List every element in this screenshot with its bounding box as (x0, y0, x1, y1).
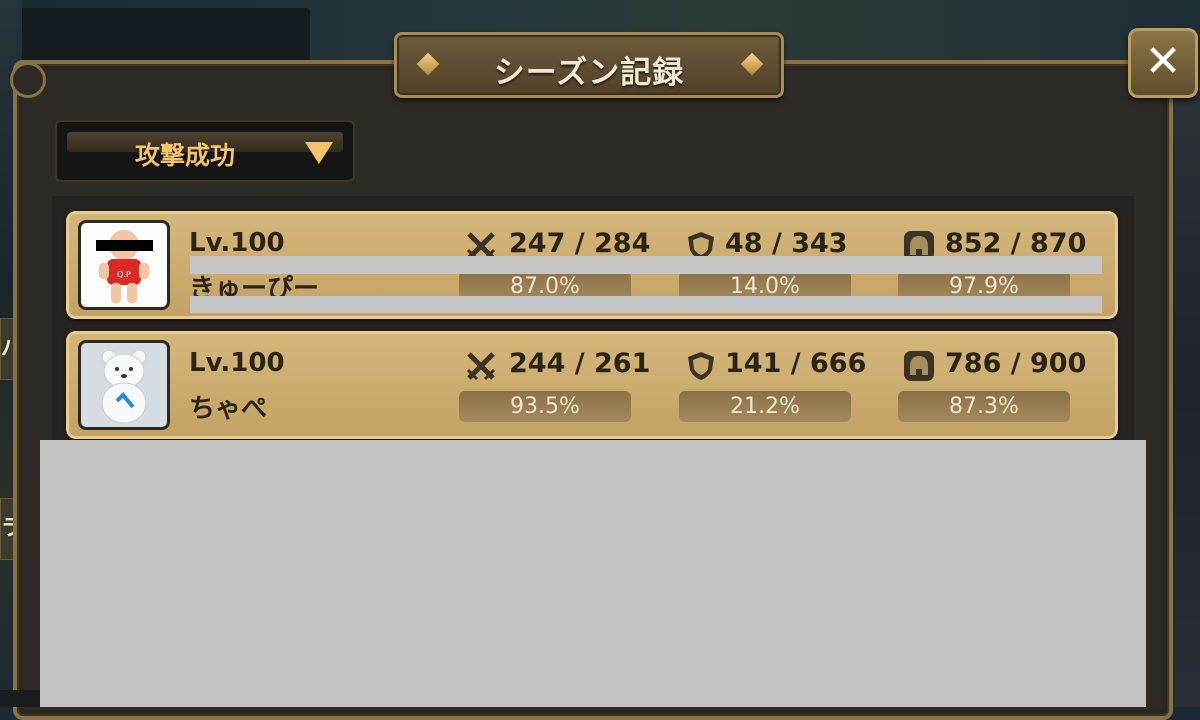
siege-percent: 87.3% (898, 391, 1070, 422)
window-title: シーズン記録 (493, 55, 685, 91)
avatar-bear (78, 340, 170, 430)
chevron-down-icon (305, 142, 333, 164)
crossed-swords-icon (466, 352, 496, 381)
title-tab: シーズン記録 (394, 32, 784, 98)
corner-ornament (10, 62, 46, 98)
close-button[interactable]: ✕ (1128, 28, 1198, 98)
attack-value: 244 / 261 (509, 348, 651, 379)
redaction-bar (190, 296, 1102, 313)
attack-value: 247 / 284 (509, 228, 651, 259)
player-level: Lv.100 (189, 228, 285, 258)
player-name: ちゃぺ (189, 394, 268, 424)
siege-value: 852 / 870 (945, 228, 1087, 259)
shield-icon (688, 352, 714, 380)
record-row[interactable]: Lv.100 ちゃぺ 244 / 261 141 / 666 786 / 900… (66, 331, 1118, 439)
white-bear-icon (101, 349, 147, 424)
redaction-cover (40, 440, 1146, 707)
kewpie-doll-icon: Q.P (96, 230, 153, 303)
background-right (1172, 80, 1200, 707)
defense-value: 48 / 343 (725, 228, 848, 259)
helmet-icon (904, 351, 934, 381)
avatar-kewpie: Q.P (78, 220, 170, 310)
defense-percent: 21.2% (679, 391, 851, 422)
background-top-bar (0, 8, 310, 62)
siege-value: 786 / 900 (945, 348, 1087, 379)
filter-selected-label: 攻撃成功 (135, 141, 236, 170)
svg-text:Q.P: Q.P (117, 270, 131, 279)
filter-dropdown[interactable]: 攻撃成功 (55, 120, 355, 182)
defense-value: 141 / 666 (725, 348, 867, 379)
redaction-bar (190, 256, 1102, 274)
attack-percent: 93.5% (459, 391, 631, 422)
player-level: Lv.100 (189, 348, 285, 378)
close-icon: ✕ (1144, 36, 1182, 87)
background-bottom (0, 690, 40, 707)
